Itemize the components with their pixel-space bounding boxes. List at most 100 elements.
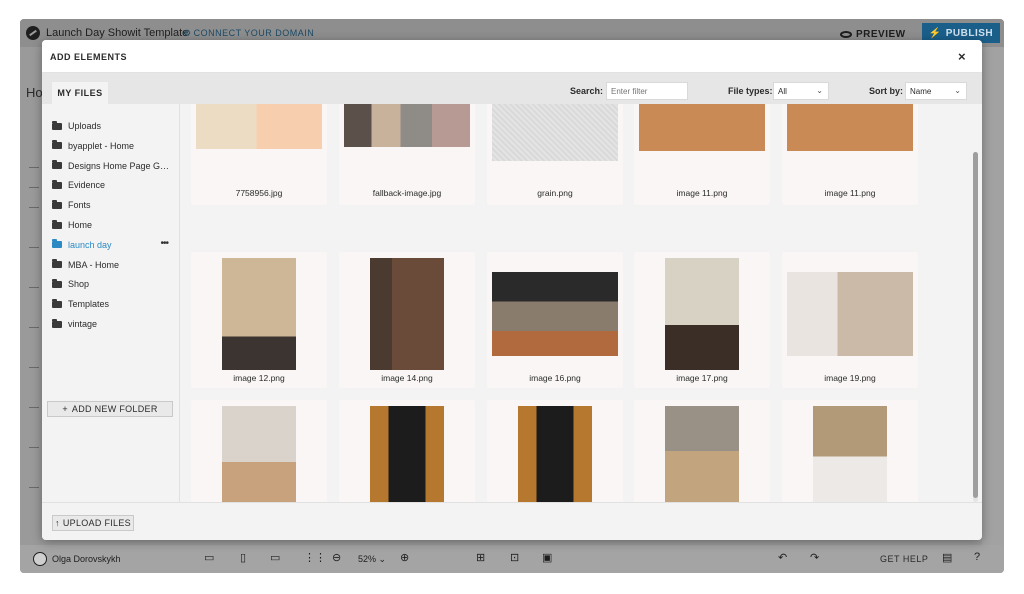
sidebar-folder[interactable]: Shop xyxy=(52,276,174,292)
connect-domain-label: CONNECT YOUR DOMAIN xyxy=(193,28,315,38)
add-elements-modal: ADD ELEMENTS × MY FILES Search: File typ… xyxy=(42,40,982,540)
layer-line xyxy=(29,487,39,488)
folder-name: vintage xyxy=(68,319,98,329)
media-icon[interactable]: ▣ xyxy=(542,551,552,564)
file-card[interactable]: image 14.png xyxy=(339,252,475,388)
sidebar-folder[interactable]: vintage xyxy=(52,316,174,332)
undo-icon[interactable]: ↶ xyxy=(778,551,787,564)
file-card[interactable]: image 7.png xyxy=(634,400,770,502)
file-card[interactable]: image 9.png xyxy=(782,400,918,502)
avatar[interactable] xyxy=(33,552,47,566)
mobile-view-icon[interactable]: ▯ xyxy=(240,551,246,564)
file-name: 7758956.jpg xyxy=(235,188,283,198)
showit-logo-icon[interactable] xyxy=(26,26,40,40)
file-thumbnail xyxy=(344,104,470,147)
sidebar-folder[interactable]: byapplet - Home xyxy=(52,138,174,154)
file-thumbnail xyxy=(222,258,296,370)
file-thumbnail xyxy=(370,406,444,502)
file-name: image 11.png xyxy=(676,188,728,198)
layer-line xyxy=(29,447,39,448)
sidebar-folder[interactable]: Evidence xyxy=(52,177,174,193)
sort-by-value: Name xyxy=(910,86,932,96)
close-icon[interactable]: × xyxy=(958,49,966,64)
zoom-level[interactable]: 52% ⌄ xyxy=(358,554,386,565)
folder-name: Designs Home Page Gallery xyxy=(68,160,172,171)
align-icon[interactable]: ⊞ xyxy=(476,551,485,564)
sort-by-select[interactable]: Name ⌄ xyxy=(905,82,967,100)
file-thumbnail xyxy=(787,104,913,151)
file-types-label: File types: xyxy=(728,86,773,96)
zoom-in-icon[interactable]: ⊕ xyxy=(400,551,409,564)
grid-icon[interactable]: ⋮⋮ xyxy=(304,551,326,564)
sidebar-folder[interactable]: Uploads xyxy=(52,118,174,134)
zoom-out-icon[interactable]: ⊖ xyxy=(332,551,341,564)
file-name: image 19.png xyxy=(824,373,876,383)
tab-my-files[interactable]: MY FILES xyxy=(52,82,108,104)
layer-line xyxy=(29,247,39,248)
help-icon[interactable]: ? xyxy=(974,551,980,563)
user-name: Olga Dorovskykh xyxy=(52,554,121,564)
file-thumbnail xyxy=(639,104,765,151)
grid-scrollbar[interactable] xyxy=(973,152,978,502)
docs-icon[interactable]: ▤ xyxy=(942,551,952,564)
file-thumbnail xyxy=(196,104,322,149)
bottom-bar: Olga Dorovskykh ▭ ▯ ▭ ⋮⋮ ⊖ 52% ⌄ ⊕ ⊞ ⊡ ▣… xyxy=(20,545,1004,573)
add-new-folder-button[interactable]: + ADD NEW FOLDER xyxy=(47,401,173,417)
modal-header: ADD ELEMENTS × xyxy=(42,40,982,73)
file-name: image 17.png xyxy=(676,373,728,383)
file-card[interactable]: image 11.png xyxy=(782,104,918,205)
folder-icon xyxy=(52,179,62,189)
app-title: Launch Day Showit Template xyxy=(46,27,189,39)
file-card[interactable]: fallback-image.jpg xyxy=(339,104,475,205)
upload-icon: ↑ xyxy=(55,518,60,528)
redo-icon[interactable]: ↷ xyxy=(810,551,819,564)
sidebar-folder[interactable]: Home xyxy=(52,217,174,233)
connect-domain-link[interactable]: ⚙ CONNECT YOUR DOMAIN xyxy=(183,28,314,39)
layer-line xyxy=(29,187,39,188)
file-name: image 11.png xyxy=(824,188,876,198)
file-thumbnail xyxy=(492,104,618,161)
sidebar-folder[interactable]: Designs Home Page Gallery xyxy=(52,158,174,174)
file-thumbnail xyxy=(813,406,887,502)
folder-name: Templates xyxy=(68,299,110,310)
search-input[interactable] xyxy=(606,82,688,100)
file-card[interactable]: image 19.png xyxy=(782,252,918,388)
folder-name: Uploads xyxy=(68,121,102,131)
scrollbar-thumb[interactable] xyxy=(973,152,978,498)
page-heading-partial: Ho xyxy=(26,85,43,100)
left-panel xyxy=(20,47,42,545)
file-card[interactable]: image 11.png xyxy=(634,104,770,205)
file-name: image 16.png xyxy=(529,373,581,383)
gear-icon: ⚙ xyxy=(183,28,192,38)
file-card[interactable]: image 17.png xyxy=(634,252,770,388)
upload-files-button[interactable]: ↑ UPLOAD FILES xyxy=(52,515,134,531)
bolt-icon: ⚡ xyxy=(928,27,942,39)
layer-line xyxy=(29,327,39,328)
sidebar-folder[interactable]: launch day ••• xyxy=(52,237,174,253)
file-grid: 7758956.jpg fallback-image.jpg grain.png im… xyxy=(181,104,969,502)
file-card[interactable]: image 16.png xyxy=(487,252,623,388)
layer-line xyxy=(29,287,39,288)
sidebar-folder[interactable]: MBA - Home xyxy=(52,257,174,273)
file-card[interactable]: image 5.png xyxy=(191,400,327,502)
more-options-icon[interactable]: ••• xyxy=(160,238,168,249)
layout-icon[interactable]: ⊡ xyxy=(510,551,519,564)
file-name: image 12.png xyxy=(233,373,285,383)
desktop-view-icon[interactable]: ▭ xyxy=(204,551,214,564)
file-card[interactable]: image 12.png xyxy=(191,252,327,388)
folder-name: Evidence xyxy=(68,180,106,191)
file-card[interactable]: image 6.png xyxy=(487,400,623,502)
file-card[interactable]: image 6.png xyxy=(339,400,475,502)
file-card[interactable]: grain.png xyxy=(487,104,623,205)
layer-line xyxy=(29,407,39,408)
folder-name: Shop xyxy=(68,279,90,290)
file-card[interactable]: 7758956.jpg xyxy=(191,104,327,205)
monitor-icon[interactable]: ▭ xyxy=(270,551,280,564)
publish-label: PUBLISH xyxy=(945,27,994,39)
file-types-select[interactable]: All ⌄ xyxy=(773,82,829,100)
file-thumbnail xyxy=(665,258,739,370)
get-help-link[interactable]: GET HELP xyxy=(880,554,928,564)
sidebar-folder[interactable]: Templates xyxy=(52,296,174,312)
layer-line xyxy=(29,167,39,168)
sidebar-folder[interactable]: Fonts xyxy=(52,197,174,213)
